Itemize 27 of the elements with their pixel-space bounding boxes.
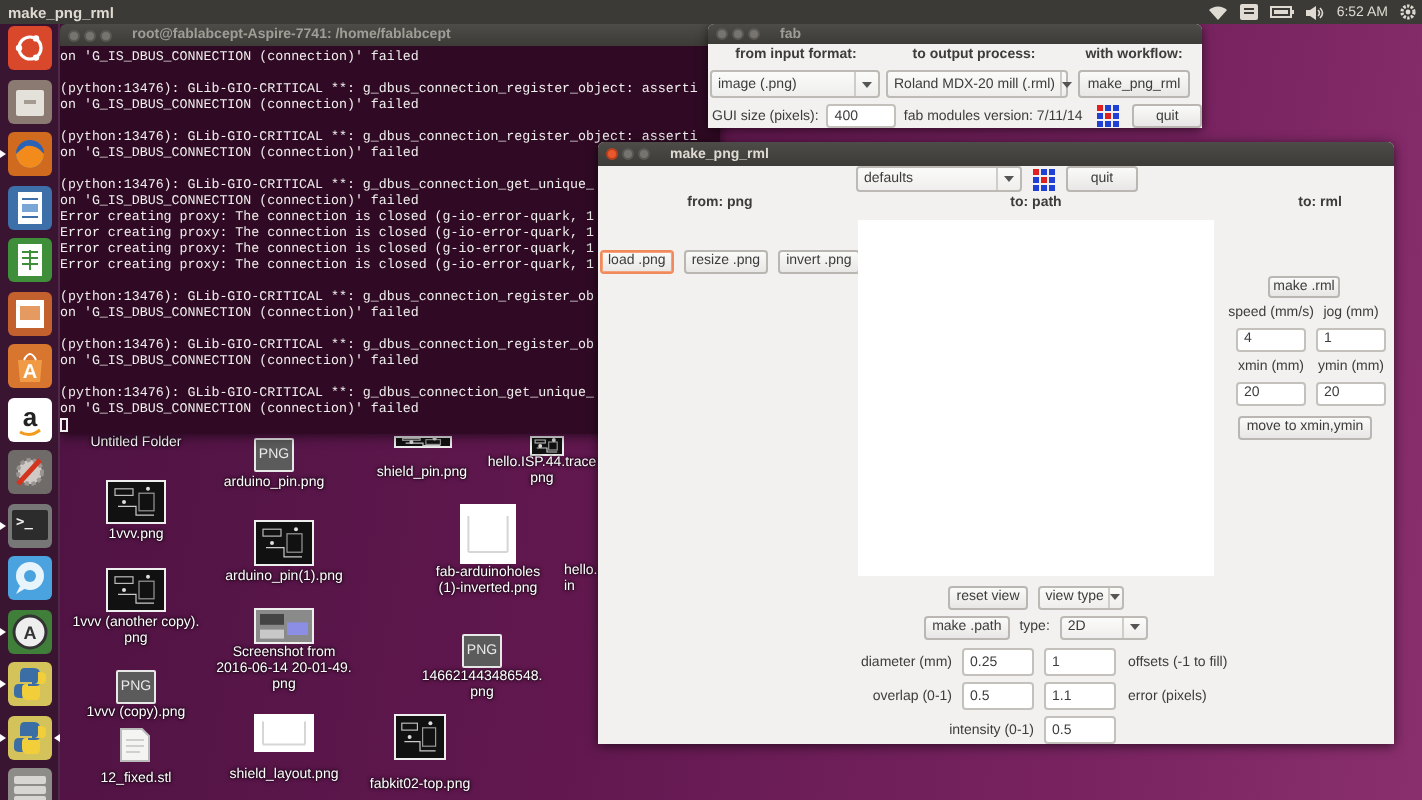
browser-icon[interactable] (7, 132, 51, 176)
grid-logo-icon (1096, 104, 1121, 128)
launcher-logo-icon[interactable] (7, 26, 51, 70)
caret-icon (1129, 624, 1140, 631)
grid-logo-icon (1032, 167, 1056, 192)
tools-icon[interactable] (7, 450, 51, 494)
snake-icon[interactable] (7, 715, 51, 759)
close-button[interactable] (606, 148, 618, 160)
wifi-icon (1208, 4, 1229, 20)
caret-icon (1061, 81, 1072, 87)
text-cursor (60, 418, 68, 432)
disk-drive-icon[interactable] (7, 768, 51, 800)
caret-icon (862, 81, 872, 87)
update-icon[interactable]: A (7, 609, 51, 653)
file-cabinet-icon[interactable] (7, 79, 51, 123)
caret-icon (1004, 176, 1014, 183)
document-icon[interactable] (7, 185, 51, 229)
spreadsheet-icon[interactable] (7, 238, 51, 282)
battery-icon (1270, 6, 1295, 18)
chat-bubble-icon[interactable] (7, 556, 51, 600)
document-file-icon[interactable] (120, 728, 150, 762)
store-icon[interactable]: a (7, 397, 51, 441)
caret-icon (1110, 594, 1121, 601)
presentation-icon[interactable] (7, 291, 51, 335)
volume-icon (1306, 5, 1325, 19)
settings-icon (1400, 4, 1416, 20)
snake-icon[interactable] (7, 662, 51, 706)
